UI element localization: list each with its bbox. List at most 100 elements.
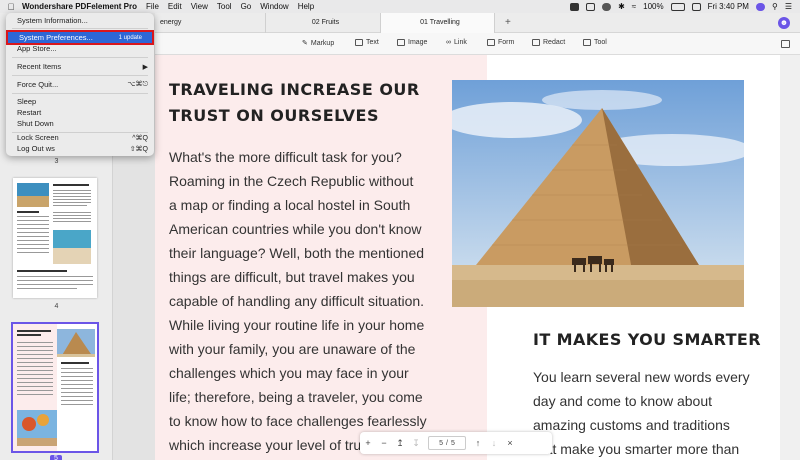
page-indicator[interactable]: 5 / 5 xyxy=(428,436,466,450)
menu-label: System Information... xyxy=(17,16,88,25)
text-icon xyxy=(355,39,363,46)
body-line: their language? Well, both the mentioned xyxy=(169,245,425,261)
image-icon xyxy=(397,39,405,46)
menu-window[interactable]: Window xyxy=(260,2,288,11)
previous-page-icon[interactable]: ↑ xyxy=(470,438,486,448)
menu-label: Lock Screen xyxy=(17,133,59,142)
menu-go[interactable]: Go xyxy=(241,2,252,11)
link-label: Link xyxy=(454,39,467,46)
edit-toolbar: ✎ Markup Text Image ∞ Link Form Redact T… xyxy=(155,33,800,55)
toolbox-icon xyxy=(583,39,591,46)
search-icon[interactable]: ⚲ xyxy=(772,2,778,11)
text-label: Text xyxy=(366,39,379,46)
heading-line-2: TRUST ON OURSELVES xyxy=(169,106,379,125)
link-icon: ∞ xyxy=(446,39,451,46)
form-label: Form xyxy=(498,39,515,46)
page-number-5[interactable]: 5 xyxy=(50,455,62,460)
form-icon xyxy=(487,39,495,46)
bluetooth-icon[interactable]: ✱ xyxy=(618,2,625,11)
menu-shortcut: ⌥⌘⎋ xyxy=(127,81,148,88)
body-line: that make you smarter more than xyxy=(533,441,740,457)
tool-button[interactable]: Tool xyxy=(583,39,607,46)
form-button[interactable]: Form xyxy=(487,39,514,46)
wifi-icon[interactable]: ≈ xyxy=(632,2,636,11)
pen-icon: ✎ xyxy=(302,40,308,47)
app-status-icon[interactable] xyxy=(602,2,612,11)
page-thumbnail-5[interactable] xyxy=(11,322,99,453)
tab-fruits[interactable]: 02 Fruits xyxy=(265,12,380,33)
link-button[interactable]: ∞ Link xyxy=(446,39,467,46)
battery-icon[interactable] xyxy=(670,2,685,11)
menu-help[interactable]: Help xyxy=(298,2,314,11)
body-text-left: What's the more difficult task for you? … xyxy=(169,145,479,457)
first-page-icon[interactable]: ↥ xyxy=(392,438,408,449)
download-icon[interactable]: ↧ xyxy=(408,438,424,449)
menu-lock-screen[interactable]: Lock Screen ^⌘Q xyxy=(6,132,154,143)
menu-tool[interactable]: Tool xyxy=(217,2,232,11)
body-line: While living your routine life in your h… xyxy=(169,317,425,333)
menu-label: Restart xyxy=(17,108,42,117)
menu-recent-items[interactable]: Recent Items ▶ xyxy=(6,61,154,72)
menu-sleep[interactable]: Sleep xyxy=(6,96,154,107)
tab-energy[interactable]: energy xyxy=(155,13,265,33)
redact-button[interactable]: Redact xyxy=(532,39,565,46)
menu-restart[interactable]: Restart xyxy=(6,107,154,118)
menu-view[interactable]: View xyxy=(191,2,208,11)
menu-log-out[interactable]: Log Out ws ⇧⌘Q xyxy=(6,143,154,154)
display-icon[interactable] xyxy=(586,2,596,11)
page-navigation-bar: + − ↥ ↧ 5 / 5 ↑ ↓ × xyxy=(360,432,552,454)
next-page-icon[interactable]: ↓ xyxy=(486,438,502,448)
current-page[interactable]: 5 xyxy=(439,440,443,447)
image-button[interactable]: Image xyxy=(397,39,427,46)
menu-label: Shut Down xyxy=(17,119,54,128)
menu-system-information[interactable]: System Information... xyxy=(6,15,154,26)
body-line: with your family, you are unaware of the xyxy=(169,341,416,357)
clock[interactable]: Fri 3:40 PM xyxy=(708,2,749,11)
menu-label: Sleep xyxy=(17,97,37,106)
menu-bar:  Wondershare PDFelement Pro File Edit V… xyxy=(0,0,800,13)
body-line: to know how to face challenges fearlessl… xyxy=(169,413,427,429)
screen-record-icon[interactable] xyxy=(570,2,580,11)
tab-bar: energy 02 Fruits 01 Travelling + ☻ xyxy=(155,12,800,33)
user-icon[interactable] xyxy=(755,2,765,11)
redact-label: Redact xyxy=(543,39,566,46)
body-line: American countries while you don't know xyxy=(169,221,422,237)
body-line: a map or finding a local hostel in South xyxy=(169,197,411,213)
update-badge: 1 update xyxy=(118,34,142,41)
right-panel-icon[interactable] xyxy=(781,40,790,48)
body-line: day and come to know about xyxy=(533,393,713,409)
flag-icon[interactable] xyxy=(691,2,701,11)
menu-force-quit[interactable]: Force Quit... ⌥⌘⎋ xyxy=(6,79,154,90)
menu-label: Log Out ws xyxy=(17,144,55,153)
app-name-menu[interactable]: Wondershare PDFelement Pro xyxy=(22,2,137,11)
heading-line-1: TRAVELING INCREASE OUR xyxy=(169,80,420,99)
markup-button[interactable]: ✎ Markup xyxy=(302,39,334,48)
heading-smarter: IT MAKES YOU SMARTER xyxy=(533,330,761,349)
redact-icon xyxy=(532,39,540,46)
page-separator: / xyxy=(446,439,448,447)
menu-separator xyxy=(12,28,148,29)
menu-file[interactable]: File xyxy=(146,2,159,11)
total-pages: 5 xyxy=(450,439,455,447)
menu-system-preferences[interactable]: System Preferences... 1 update xyxy=(6,30,154,45)
zoom-in-button[interactable]: + xyxy=(360,438,376,448)
menu-edit[interactable]: Edit xyxy=(168,2,182,11)
account-avatar-icon[interactable]: ☻ xyxy=(778,17,790,29)
new-tab-icon[interactable]: + xyxy=(505,17,511,28)
body-line: capable of handling any difficult situat… xyxy=(169,293,425,309)
pyramid-photo[interactable] xyxy=(452,80,744,307)
zoom-out-button[interactable]: − xyxy=(376,438,392,448)
tab-travelling[interactable]: 01 Travelling xyxy=(380,12,495,33)
page-number-4: 4 xyxy=(54,303,59,310)
vertical-scrollbar[interactable] xyxy=(780,55,800,460)
close-button[interactable]: × xyxy=(502,438,518,448)
apple-icon[interactable]:  xyxy=(0,2,22,12)
text-button[interactable]: Text xyxy=(355,39,379,46)
menu-label: Recent Items xyxy=(17,62,62,71)
control-center-icon[interactable]: ☰ xyxy=(785,2,792,11)
menu-shut-down[interactable]: Shut Down xyxy=(6,118,154,129)
menu-app-store[interactable]: App Store... xyxy=(6,43,154,54)
battery-percent[interactable]: 100% xyxy=(643,2,663,11)
page-thumbnail-4[interactable] xyxy=(13,178,97,298)
image-label: Image xyxy=(408,39,428,46)
